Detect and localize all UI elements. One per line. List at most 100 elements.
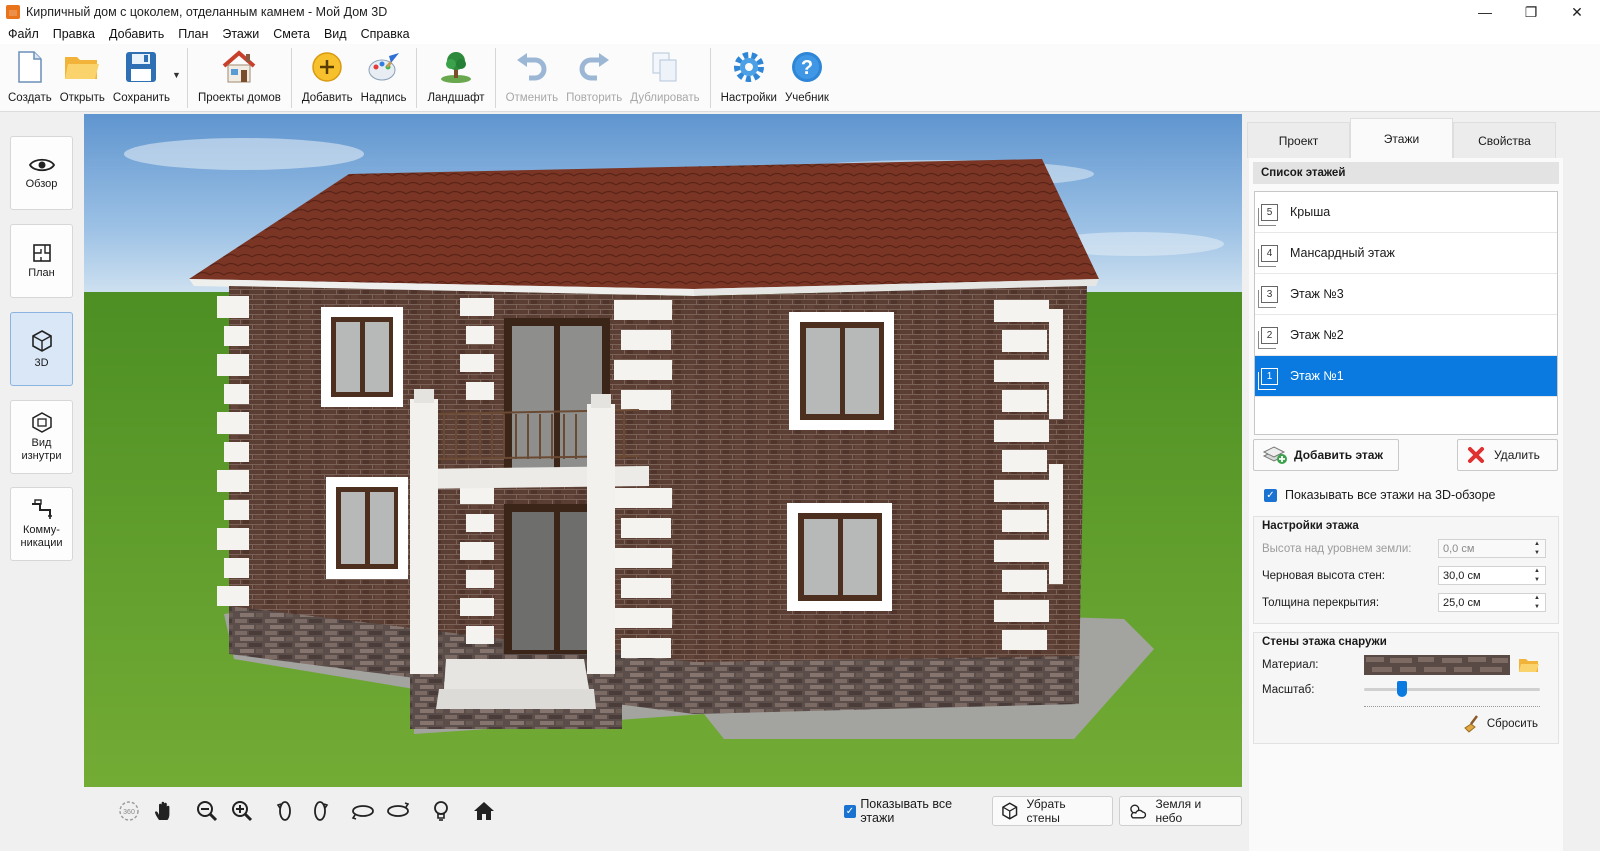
rotate-right-icon (314, 801, 329, 821)
panel-tabs: Проект Этажи Свойства (1247, 118, 1565, 158)
menu-edit[interactable]: Правка (53, 27, 95, 41)
menu-file[interactable]: Файл (8, 27, 39, 41)
scale-slider[interactable] (1364, 680, 1540, 700)
home-view-button[interactable] (469, 795, 500, 827)
menu-view[interactable]: Вид (324, 27, 347, 41)
home-icon (474, 802, 495, 820)
height-above-ground-input[interactable]: 0,0 см ▲ ▼ (1438, 539, 1546, 558)
new-document-icon (12, 48, 48, 86)
floor-item-2[interactable]: 2 Этаж №2 (1255, 315, 1557, 356)
spin-arrows-icon[interactable]: ▲ ▼ (1531, 541, 1543, 556)
floor-item-attic[interactable]: 4 Мансардный этаж (1255, 233, 1557, 274)
text-label-button[interactable]: Надпись (357, 44, 411, 110)
svg-text:360: 360 (123, 809, 135, 816)
eye-icon (28, 158, 55, 171)
redo-button[interactable]: Повторить (562, 44, 626, 110)
add-floor-button[interactable]: Добавить этаж (1253, 439, 1399, 471)
communications-button[interactable]: Комму-никации (10, 487, 73, 561)
spin-arrows-icon[interactable]: ▲ ▼ (1531, 568, 1543, 583)
maximize-button[interactable]: ❐ (1508, 0, 1554, 24)
settings-button[interactable]: Настройки (717, 44, 781, 110)
floor-layers-icon: 1 (1258, 367, 1278, 390)
landscape-button[interactable]: Ландшафт (423, 44, 488, 110)
cloud-sun-icon (1130, 804, 1147, 819)
toolbar-divider (416, 48, 418, 108)
undo-button[interactable]: Отменить (502, 44, 563, 110)
inside-view-button[interactable]: Вид изнутри (10, 400, 73, 474)
floor-plan-icon (32, 243, 51, 262)
slab-thickness-input[interactable]: 25,0 см ▲ ▼ (1438, 593, 1546, 612)
rotate-right-button[interactable] (305, 795, 336, 827)
open-button[interactable]: Открыть (56, 44, 109, 110)
tutorial-button[interactable]: ? Учебник (781, 44, 833, 110)
floor-list-header: Список этажей (1253, 162, 1559, 184)
rotate-360-icon: 360 (119, 801, 139, 821)
3d-view-button[interactable]: 3D (10, 312, 73, 386)
show-all-floors-3d-checkbox[interactable]: ✓ Показывать все этажи на 3D-обзоре (1264, 488, 1495, 502)
duplicate-pages-icon (647, 48, 683, 86)
close-button[interactable]: ✕ (1554, 0, 1600, 24)
reset-scale-button[interactable]: Сбросить (1254, 715, 1558, 733)
menu-add[interactable]: Добавить (109, 27, 164, 41)
show-all-floors-checkbox[interactable]: ✓ Показывать все этажи (843, 797, 986, 825)
pan-button[interactable] (148, 795, 179, 827)
scale-slider-thumb[interactable] (1397, 681, 1407, 697)
floor-settings-title: Настройки этажа (1262, 520, 1359, 532)
floor-layers-icon: 3 (1258, 285, 1278, 308)
rotate-left-button[interactable] (269, 795, 300, 827)
outside-walls-title: Стены этажа снаружи (1262, 636, 1387, 648)
house-projects-button[interactable]: Проекты домов (194, 44, 285, 110)
earth-and-sky-button[interactable]: Земля и небо (1119, 796, 1243, 826)
scale-ticks (1364, 701, 1540, 707)
walls-cube-icon (1002, 802, 1018, 820)
light-bulb-icon (434, 801, 449, 821)
left-navigation: Обзор План 3D Вид изнутри Комму-никации (0, 113, 83, 851)
delete-x-icon (1468, 447, 1484, 463)
lighting-button[interactable] (426, 795, 457, 827)
window-title: Кирпичный дом с цоколем, отделанным камн… (26, 5, 388, 19)
gear-icon (731, 48, 767, 86)
menu-help[interactable]: Справка (361, 27, 410, 41)
menu-estimate[interactable]: Смета (273, 27, 310, 41)
stone-material-swatch[interactable] (1364, 655, 1510, 675)
duplicate-button[interactable]: Дублировать (626, 44, 703, 110)
house-3d-render (84, 114, 1242, 787)
rough-wall-height-input[interactable]: 30,0 см ▲ ▼ (1438, 566, 1546, 585)
floor-item-3[interactable]: 3 Этаж №3 (1255, 274, 1557, 315)
floor-layers-icon: 5 (1258, 203, 1278, 226)
zoom-in-button[interactable] (226, 795, 257, 827)
delete-floor-button[interactable]: Удалить (1457, 439, 1558, 471)
tilt-down-icon (387, 802, 410, 817)
properties-panel: Проект Этажи Свойства Список этажей 5 Кр… (1243, 114, 1600, 851)
overview-button[interactable]: Обзор (10, 136, 73, 210)
folder-open-icon[interactable] (1518, 657, 1540, 673)
tab-floors[interactable]: Этажи (1350, 118, 1453, 158)
floor-item-roof[interactable]: 5 Крыша (1255, 192, 1557, 233)
save-button[interactable]: Сохранить (109, 44, 174, 110)
palette-brush-icon (366, 48, 402, 86)
floppy-disk-icon (123, 48, 159, 86)
interior-view-icon (31, 412, 52, 433)
zoom-out-button[interactable] (191, 795, 222, 827)
3d-viewport[interactable] (84, 114, 1242, 787)
tilt-down-button[interactable] (383, 795, 414, 827)
tilt-up-button[interactable] (347, 795, 378, 827)
help-question-icon: ? (789, 48, 825, 86)
spin-arrows-icon[interactable]: ▲ ▼ (1531, 595, 1543, 610)
create-button[interactable]: Создать (4, 44, 56, 110)
floor-item-1[interactable]: 1 Этаж №1 (1255, 356, 1557, 397)
tilt-up-icon (351, 805, 374, 820)
plan-button[interactable]: План (10, 224, 73, 298)
save-dropdown-arrow-icon[interactable]: ▼ (172, 70, 181, 80)
menu-floors[interactable]: Этажи (222, 27, 259, 41)
tab-properties[interactable]: Свойства (1453, 122, 1556, 158)
floor-layers-icon: 4 (1258, 244, 1278, 267)
scale-row: Масштаб: (1254, 679, 1558, 701)
remove-walls-button[interactable]: Убрать стены (992, 796, 1114, 826)
minimize-button[interactable]: — (1462, 0, 1508, 24)
rotate-360-button[interactable]: 360 (113, 795, 144, 827)
tab-project[interactable]: Проект (1247, 122, 1350, 158)
menu-plan[interactable]: План (178, 27, 208, 41)
toolbar-divider (494, 48, 496, 108)
add-button[interactable]: Добавить (298, 44, 357, 110)
